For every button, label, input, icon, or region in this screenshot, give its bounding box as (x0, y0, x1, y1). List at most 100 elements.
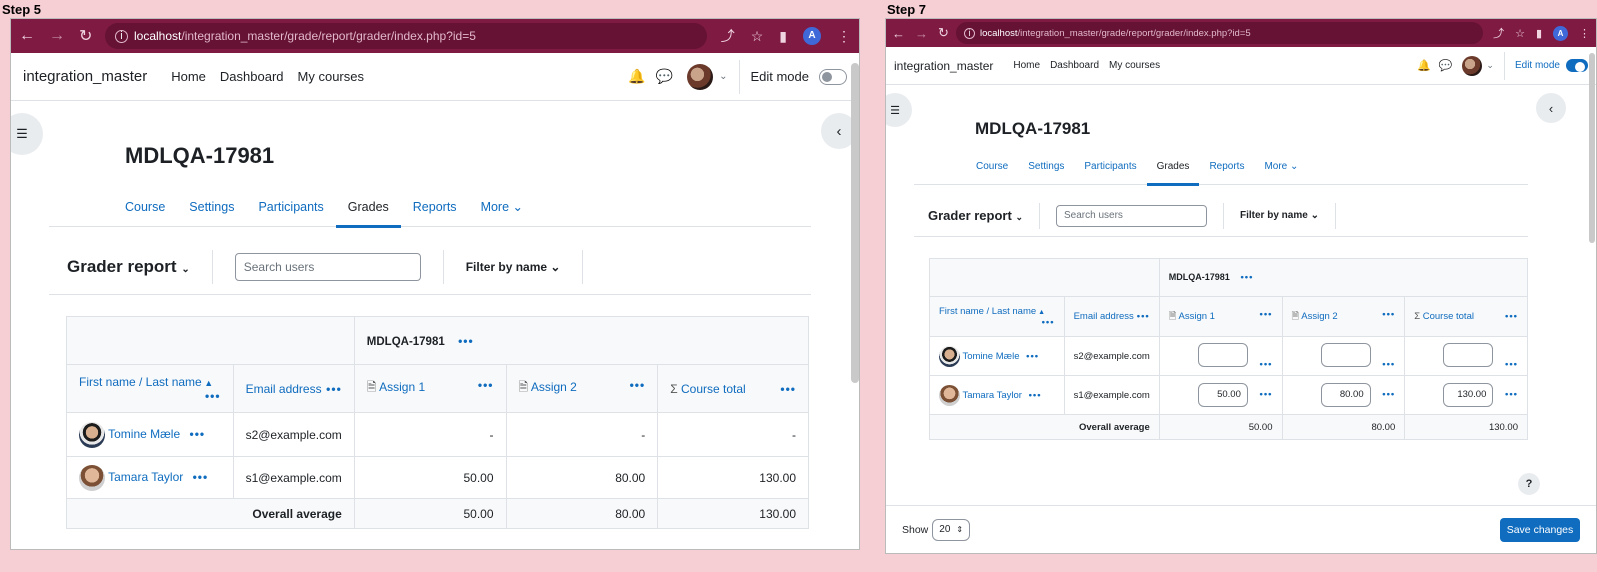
page-scrollbar[interactable] (851, 63, 859, 383)
index-icon[interactable]: ☰ (886, 93, 912, 127)
name-menu-icon[interactable]: ••• (1042, 317, 1055, 328)
student-name[interactable]: Tomine Mæle (962, 351, 1019, 362)
sidepanel-icon[interactable]: ▮ (1536, 27, 1542, 40)
grade-cell[interactable]: 130.00 (657, 456, 809, 499)
tab-reports[interactable]: Reports (1209, 149, 1244, 185)
grade-menu-icon[interactable]: ••• (1382, 389, 1395, 400)
index-icon[interactable]: ☰ (11, 113, 43, 155)
student-menu-icon[interactable]: ••• (190, 427, 206, 441)
grade-cell[interactable]: - (353, 412, 507, 457)
account-avatar[interactable]: A (803, 27, 821, 45)
student-menu-icon[interactable]: ••• (1029, 390, 1042, 401)
search-input[interactable]: Search users (1055, 204, 1207, 227)
email-menu-icon[interactable]: ••• (326, 382, 342, 396)
report-title[interactable]: Grader report ⌄ (67, 257, 190, 277)
report-title[interactable]: Grader report ⌄ (928, 208, 1023, 223)
category-menu-icon[interactable]: ••• (1240, 272, 1253, 283)
grade-input[interactable]: 80.00 (1320, 383, 1371, 407)
bell-icon[interactable]: 🔔 (1417, 59, 1431, 72)
chat-icon[interactable]: 💬 (1439, 59, 1453, 72)
account-avatar[interactable]: A (1553, 25, 1568, 41)
grade-menu-icon[interactable]: ••• (1260, 359, 1273, 370)
reload-icon[interactable]: ↻ (79, 26, 92, 46)
back-icon[interactable]: ← (892, 26, 905, 41)
chevron-down-icon[interactable]: ⌄ (1486, 60, 1494, 71)
reload-icon[interactable]: ↻ (938, 25, 949, 41)
kebab-icon[interactable]: ⋮ (1579, 27, 1590, 40)
grade-menu-icon[interactable]: ••• (1260, 389, 1273, 400)
chat-icon[interactable]: 💬 (656, 68, 673, 85)
tab-course[interactable]: Course (976, 149, 1008, 185)
filter-by-name[interactable]: Filter by name ⌄ (1240, 210, 1319, 221)
share-icon[interactable]: ⤴ (721, 26, 735, 46)
forward-icon[interactable]: → (915, 26, 928, 41)
back-icon[interactable]: ← (19, 27, 35, 45)
grade-menu-icon[interactable]: ••• (1505, 389, 1518, 400)
name-menu-icon[interactable]: ••• (205, 389, 221, 403)
chevron-left-icon[interactable]: ‹ (1536, 93, 1566, 123)
col-total-header[interactable]: Σ Course total ••• (657, 364, 809, 413)
page-scrollbar[interactable] (1589, 53, 1595, 243)
user-picture[interactable] (1462, 55, 1483, 76)
tab-participants[interactable]: Participants (1084, 149, 1136, 185)
tab-participants[interactable]: Participants (258, 187, 323, 227)
address-bar[interactable]: i localhost/integration_master/grade/rep… (956, 22, 1484, 44)
col-assign2-header[interactable]: 🗎 Assign 2 ••• (1281, 296, 1406, 337)
grade-menu-icon[interactable]: ••• (1505, 359, 1518, 370)
grade-cell[interactable]: 50.00 (353, 456, 507, 499)
menu-dashboard[interactable]: Dashboard (220, 69, 284, 84)
site-brand[interactable]: integration_master (894, 59, 993, 73)
col-name-header[interactable]: First name / Last name ▲ ••• (66, 364, 234, 413)
grade-cell[interactable]: - (505, 412, 659, 457)
student-name[interactable]: Tomine Mæle (108, 427, 180, 441)
tab-grades[interactable]: Grades (1146, 149, 1200, 186)
info-icon[interactable]: i (964, 27, 975, 39)
col-assign1-header[interactable]: 🗎 Assign 1 ••• (353, 364, 507, 413)
forward-icon[interactable]: → (49, 27, 65, 45)
sidepanel-icon[interactable]: ▮ (779, 28, 787, 45)
menu-home[interactable]: Home (1013, 60, 1040, 71)
tab-course[interactable]: Course (125, 187, 165, 227)
grade-menu-icon[interactable]: ••• (1382, 359, 1395, 370)
tab-reports[interactable]: Reports (413, 187, 457, 227)
star-icon[interactable]: ☆ (751, 28, 764, 45)
total-menu-icon[interactable]: ••• (1505, 311, 1518, 322)
email-menu-icon[interactable]: ••• (1137, 311, 1150, 322)
student-name[interactable]: Tamara Taylor (108, 470, 183, 484)
assign1-menu-icon[interactable]: ••• (1260, 309, 1273, 320)
user-picture[interactable] (687, 63, 714, 90)
grade-input[interactable] (1197, 342, 1248, 367)
grade-input[interactable] (1320, 342, 1371, 367)
grade-input[interactable] (1443, 342, 1494, 367)
kebab-icon[interactable]: ⋮ (837, 28, 851, 45)
assign2-menu-icon[interactable]: ••• (1382, 309, 1395, 320)
grade-input[interactable]: 50.00 (1197, 383, 1248, 407)
category-menu-icon[interactable]: ••• (458, 334, 474, 348)
share-icon[interactable]: ⤴ (1493, 25, 1504, 41)
address-bar[interactable]: i localhost/integration_master/grade/rep… (105, 23, 707, 49)
tab-settings[interactable]: Settings (1028, 149, 1064, 185)
assign1-menu-icon[interactable]: ••• (478, 378, 494, 392)
menu-my-courses[interactable]: My courses (298, 69, 364, 84)
col-assign1-header[interactable]: 🗎 Assign 1 ••• (1158, 296, 1283, 337)
col-email-header[interactable]: Email address ••• (1063, 296, 1160, 337)
edit-mode-toggle[interactable] (819, 68, 847, 85)
menu-dashboard[interactable]: Dashboard (1050, 60, 1099, 71)
grade-cell[interactable]: 80.00 (505, 456, 659, 499)
chevron-down-icon[interactable]: ⌄ (719, 71, 727, 82)
site-brand[interactable]: integration_master (23, 68, 147, 85)
col-assign2-header[interactable]: 🗎 Assign 2 ••• (505, 364, 659, 413)
search-input[interactable]: Search users (234, 252, 421, 281)
student-name[interactable]: Tamara Taylor (962, 390, 1022, 401)
col-total-header[interactable]: Σ Course total ••• (1404, 296, 1528, 337)
bell-icon[interactable]: 🔔 (628, 68, 645, 85)
grade-input[interactable]: 130.00 (1443, 383, 1494, 407)
star-icon[interactable]: ☆ (1515, 27, 1525, 40)
tab-settings[interactable]: Settings (189, 187, 234, 227)
edit-mode-toggle[interactable] (1566, 59, 1588, 72)
filter-by-name[interactable]: Filter by name ⌄ (466, 260, 561, 274)
menu-my-courses[interactable]: My courses (1109, 60, 1160, 71)
show-per-page-select[interactable]: 20 ⇕ (932, 518, 971, 541)
student-menu-icon[interactable]: ••• (193, 470, 209, 484)
col-email-header[interactable]: Email address ••• (232, 364, 355, 413)
